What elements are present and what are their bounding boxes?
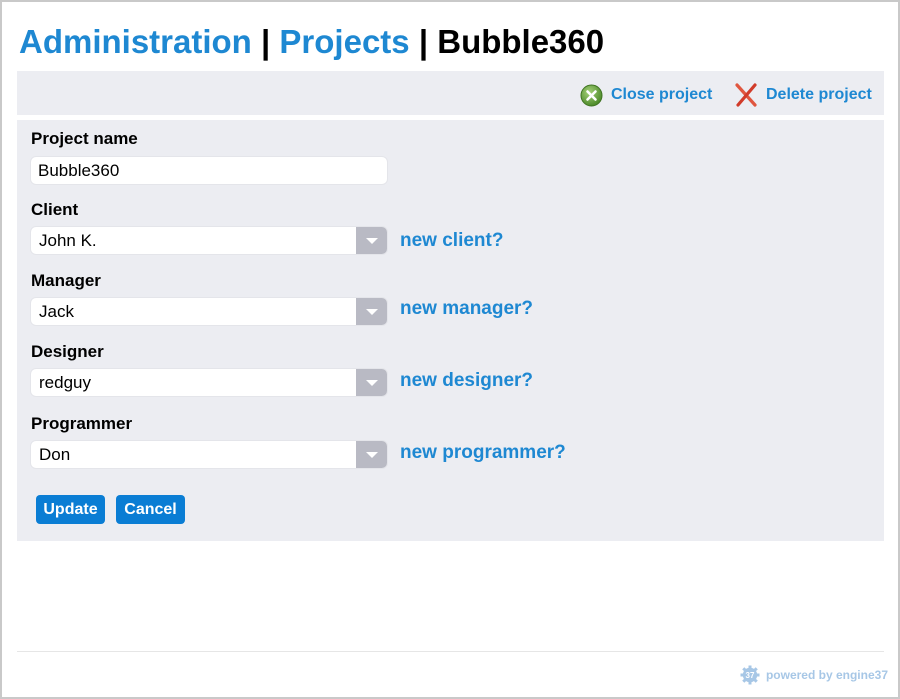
close-circle-icon: [580, 84, 603, 106]
programmer-label: Programmer: [31, 414, 133, 433]
client-select-value: John K.: [39, 231, 97, 250]
breadcrumb-separator: |: [261, 23, 271, 60]
chevron-down-icon[interactable]: [356, 298, 387, 325]
powered-by-text: powered by engine37: [765, 668, 888, 682]
breadcrumb-separator: |: [418, 23, 429, 60]
cancel-button[interactable]: Cancel: [116, 495, 185, 524]
new-manager-link[interactable]: new manager?: [400, 298, 533, 320]
project-name-label: Project name: [31, 129, 138, 148]
close-project-label: Close project: [611, 86, 713, 103]
new-client-link[interactable]: new client?: [400, 230, 503, 252]
chevron-down-icon[interactable]: [356, 441, 387, 468]
manager-select-value: Jack: [39, 302, 74, 321]
new-programmer-link[interactable]: new programmer?: [400, 442, 566, 464]
manager-label: Manager: [31, 271, 101, 290]
footer-divider: [17, 651, 884, 652]
designer-select[interactable]: redguy: [30, 368, 388, 397]
breadcrumb-current: Bubble360: [437, 23, 605, 60]
chevron-down-icon[interactable]: [356, 369, 387, 396]
manager-select[interactable]: Jack: [30, 297, 388, 326]
x-icon: [735, 83, 757, 107]
designer-label: Designer: [31, 342, 104, 361]
client-select[interactable]: John K.: [30, 226, 388, 255]
breadcrumb-administration[interactable]: Administration: [19, 23, 252, 60]
project-name-field[interactable]: [30, 156, 388, 185]
update-button[interactable]: Update: [36, 495, 105, 524]
project-toolbar: Close project Delete project: [17, 71, 884, 115]
badge-number: 37: [746, 671, 755, 680]
new-designer-link[interactable]: new designer?: [400, 370, 533, 392]
client-label: Client: [31, 200, 79, 219]
project-form: Project name Client John K. new client? …: [17, 120, 884, 541]
designer-select-value: redguy: [39, 373, 91, 392]
programmer-select-value: Don: [39, 445, 71, 464]
close-project-button[interactable]: Close project: [580, 83, 712, 107]
delete-project-button[interactable]: Delete project: [734, 83, 872, 107]
powered-by[interactable]: 37 powered by engine37: [740, 664, 888, 686]
breadcrumb-projects[interactable]: Projects: [279, 23, 409, 60]
delete-project-label: Delete project: [766, 86, 872, 103]
chevron-down-icon[interactable]: [356, 227, 387, 254]
programmer-select[interactable]: Don: [30, 440, 388, 469]
gear-icon: 37: [740, 665, 760, 685]
page-title: Administration | Projects | Bubble360: [19, 22, 604, 62]
